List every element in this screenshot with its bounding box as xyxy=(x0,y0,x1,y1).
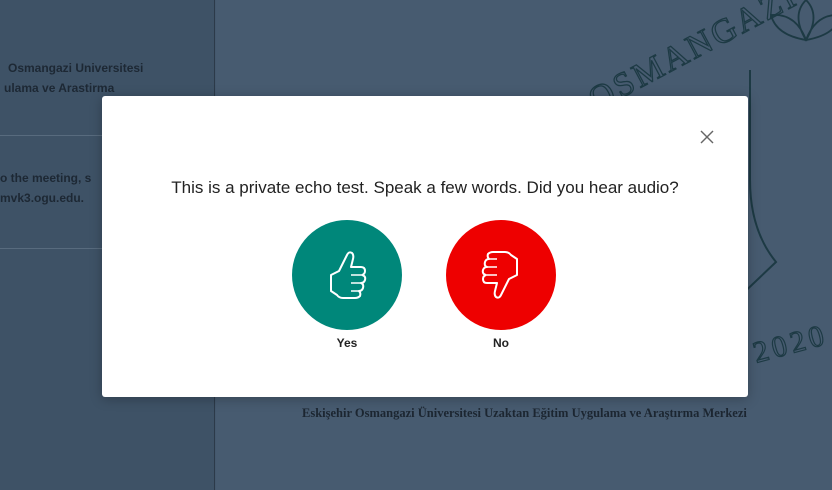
yes-option: Yes xyxy=(292,220,402,350)
list-item-message-line2: mvk3.ogu.edu. xyxy=(0,191,85,205)
list-item-title-line1: Osmangazi Universitesi xyxy=(8,61,144,75)
yes-button[interactable] xyxy=(292,220,402,330)
echo-test-modal: This is a private echo test. Speak a few… xyxy=(102,96,748,397)
close-button[interactable] xyxy=(696,126,718,148)
presentation-caption: Eskişehir Osmangazi Üniversitesi Uzaktan… xyxy=(302,406,747,420)
no-button[interactable] xyxy=(446,220,556,330)
thumbs-up-icon xyxy=(330,251,367,299)
thumbs-down-icon xyxy=(481,251,518,299)
modal-title: This is a private echo test. Speak a few… xyxy=(171,178,679,197)
no-option: No xyxy=(446,220,556,350)
list-item-message-line1: o the meeting, s xyxy=(0,171,92,185)
no-label: No xyxy=(493,336,509,350)
close-icon xyxy=(700,130,714,144)
list-item-title-line2: ulama ve Arastirma xyxy=(4,81,115,95)
yes-label: Yes xyxy=(336,336,358,350)
logo-year-text: 2020 xyxy=(750,318,832,370)
